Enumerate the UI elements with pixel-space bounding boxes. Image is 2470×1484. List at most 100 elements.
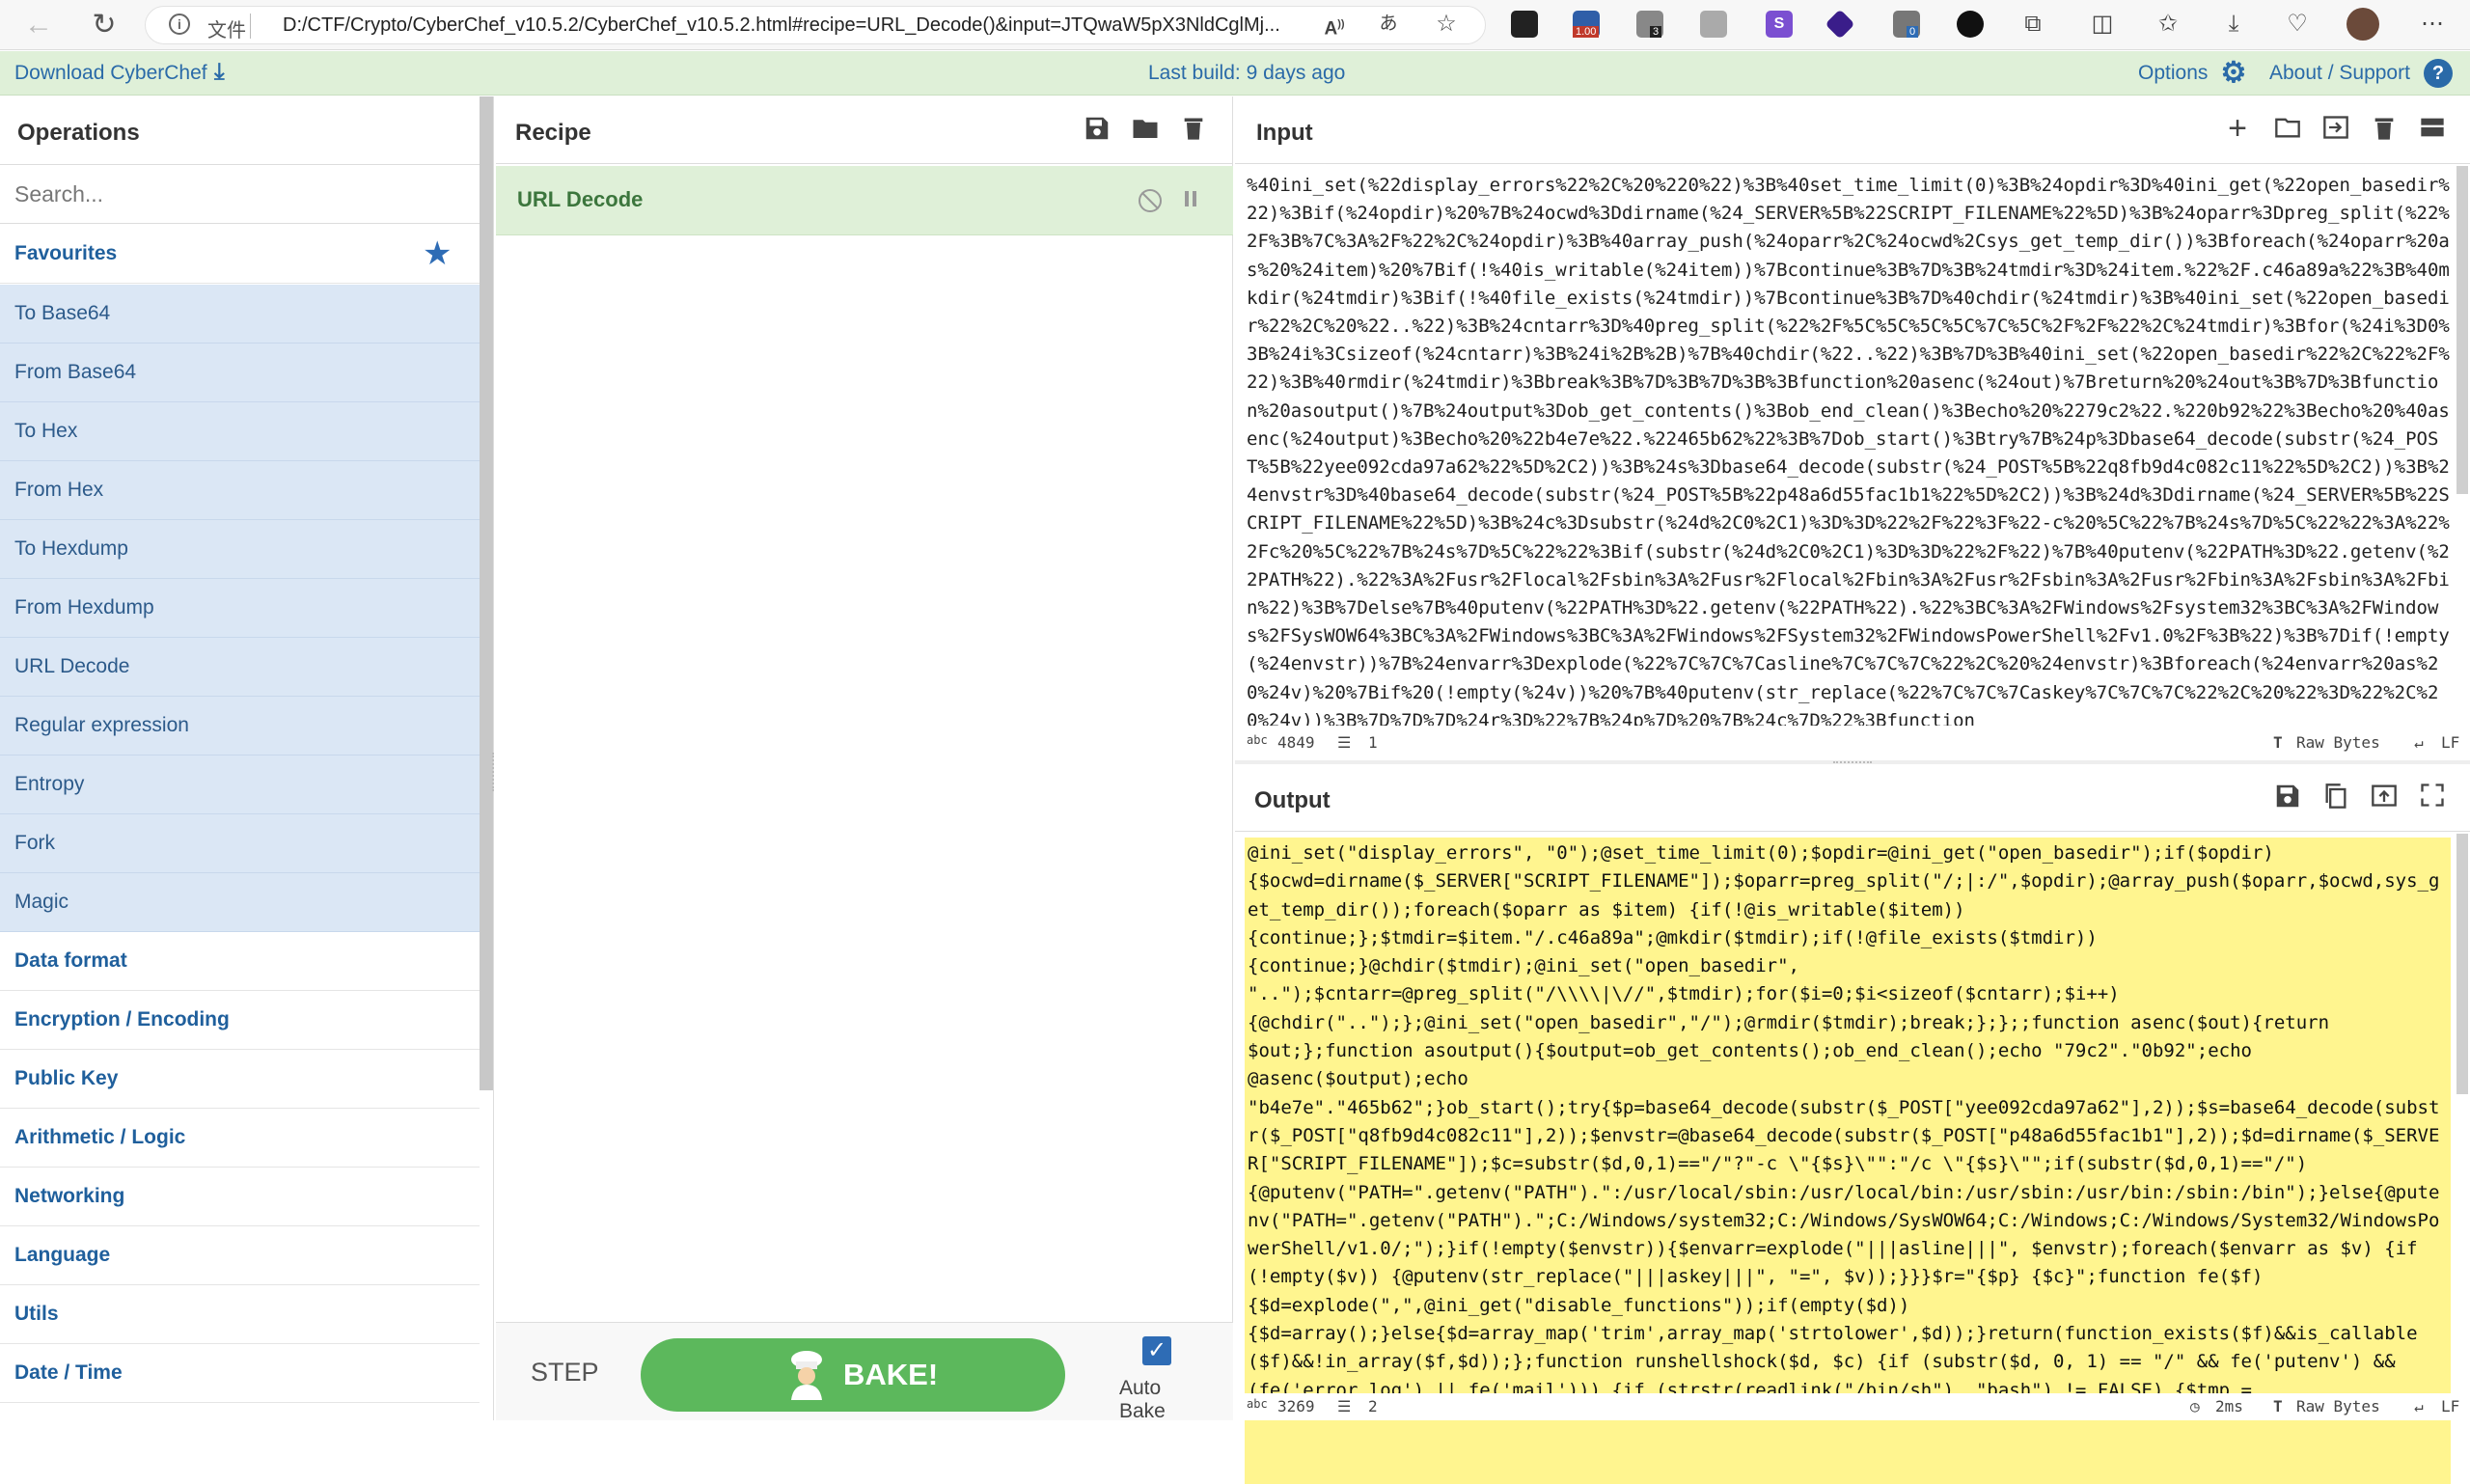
copy-output-icon[interactable] (2319, 782, 2352, 814)
operation-item[interactable]: Regular expression (0, 697, 480, 756)
operation-item-label: To Hex (14, 420, 78, 442)
io-panel: Input + %40ini_set(%22display_errors%22%… (1235, 96, 2470, 1484)
translate-icon[interactable]: あ (1372, 8, 1405, 41)
category-item[interactable]: Language (0, 1226, 480, 1285)
category-item[interactable]: Public Key (0, 1050, 480, 1109)
input-length: 4849 (1277, 733, 1315, 752)
category-item[interactable]: Utils (0, 1285, 480, 1344)
category-favourites[interactable]: Favourites ★ (0, 225, 480, 284)
open-folder-icon[interactable] (2271, 114, 2304, 147)
operations-scrollbar[interactable] (480, 96, 493, 1090)
category-item[interactable]: Data format (0, 932, 480, 991)
extensions-puzzle-icon[interactable]: ⧉ (2017, 8, 2049, 41)
auto-bake-label: Auto Bake (1119, 1377, 1166, 1422)
input-eol[interactable]: LF (2441, 733, 2459, 752)
layout-icon[interactable] (2416, 114, 2449, 147)
category-label: Language (14, 1244, 111, 1266)
read-aloud-icon[interactable]: A)) (1318, 8, 1351, 41)
download-icon[interactable]: ⤓ (2217, 8, 2250, 41)
category-item[interactable]: Networking (0, 1168, 480, 1226)
profile-avatar[interactable] (2346, 8, 2379, 41)
url-text[interactable]: D:/CTF/Crypto/CyberChef_v10.5.2/CyberChe… (283, 14, 1431, 37)
panel-resize-handle[interactable] (492, 753, 496, 791)
save-output-icon[interactable] (2271, 782, 2304, 814)
operation-item-label: Fork (14, 832, 55, 854)
clear-recipe-icon[interactable] (1177, 114, 1210, 147)
bake-button[interactable]: BAKE! (641, 1338, 1065, 1412)
operation-item[interactable]: URL Decode (0, 638, 480, 697)
back-icon[interactable]: ← (21, 8, 56, 42)
reload-icon[interactable]: ↻ (87, 8, 122, 42)
gear-icon[interactable]: ⚙ (2219, 59, 2248, 88)
extension-circle-icon[interactable] (1957, 11, 1984, 38)
clock-icon: ◷ (2190, 1397, 2200, 1415)
category-item[interactable]: Encryption / Encoding (0, 991, 480, 1050)
favourite-star-icon[interactable]: ★ (423, 234, 452, 273)
save-recipe-icon[interactable] (1081, 114, 1113, 147)
output-text[interactable]: @ini_set("display_errors", "0");@set_tim… (1245, 838, 2451, 1484)
operations-title: Operations (17, 120, 140, 146)
more-menu-icon[interactable]: ⋯ (2416, 8, 2449, 41)
recipe-title: Recipe (515, 120, 591, 146)
about-support-link[interactable]: About / Support (2269, 62, 2410, 85)
auto-bake-checkbox[interactable]: ✓ (1142, 1336, 1171, 1365)
input-textarea[interactable]: %40ini_set(%22display_errors%22%2C%20%22… (1247, 172, 2453, 726)
favorites-icon[interactable]: ✩ (2152, 8, 2184, 41)
open-file-icon[interactable] (2319, 114, 2352, 147)
replace-input-icon[interactable] (2368, 782, 2401, 814)
last-build-text: Last build: 9 days ago (1148, 62, 1346, 84)
category-item[interactable]: Date / Time (0, 1344, 480, 1403)
operation-item[interactable]: To Hex (0, 402, 480, 461)
output-eol[interactable]: LF (2441, 1397, 2459, 1415)
extension-icon-2[interactable]: 3 (1636, 11, 1663, 38)
extension-s-icon[interactable]: S (1766, 11, 1793, 38)
text-encoding-icon: T (2273, 733, 2283, 752)
category-item[interactable]: Arithmetic / Logic (0, 1109, 480, 1168)
output-title: Output (1254, 787, 1331, 813)
top-banner: Download CyberChef ⤓ Last build: 9 days … (0, 51, 2470, 96)
output-scrollbar[interactable] (2456, 834, 2468, 1094)
add-tab-icon[interactable]: + (2221, 112, 2254, 145)
auto-bake-toggle[interactable]: ✓ Auto Bake (1106, 1336, 1212, 1422)
operation-item[interactable]: Entropy (0, 756, 480, 814)
extension-diamond-icon[interactable] (1825, 9, 1855, 40)
load-recipe-icon[interactable] (1129, 114, 1162, 147)
input-scrollbar[interactable] (2456, 166, 2468, 494)
favorite-star-icon[interactable]: ☆ (1430, 8, 1463, 41)
operation-item[interactable]: Magic (0, 873, 480, 932)
category-label: Arithmetic / Logic (14, 1126, 186, 1148)
extension-icon-1[interactable]: 1.00 (1573, 11, 1600, 38)
extension-game-icon[interactable] (1511, 11, 1538, 38)
operation-item[interactable]: Fork (0, 814, 480, 873)
operations-search-input[interactable]: Search... (0, 164, 480, 224)
address-bar[interactable]: i 文件 D:/CTF/Crypto/CyberChef_v10.5.2/Cyb… (145, 6, 1486, 44)
operation-item-label: From Hexdump (14, 596, 154, 618)
disable-operation-icon[interactable] (1139, 189, 1162, 212)
extension-doc-icon[interactable] (1700, 11, 1727, 38)
split-screen-icon[interactable]: ◫ (2086, 8, 2119, 41)
text-encoding-icon: T (2273, 1397, 2283, 1415)
operation-item[interactable]: To Base64 (0, 285, 480, 344)
clear-input-icon[interactable] (2368, 114, 2401, 147)
operation-item[interactable]: From Base64 (0, 344, 480, 402)
operation-item[interactable]: From Hex (0, 461, 480, 520)
options-link[interactable]: Options (2138, 62, 2208, 85)
extension-icon-3[interactable]: 0 (1893, 11, 1920, 38)
browser-essentials-icon[interactable]: ♡ (2281, 8, 2314, 41)
recipe-controls: STEP BAKE! ✓ Auto Bake (496, 1322, 1233, 1422)
operation-item[interactable]: From Hexdump (0, 579, 480, 638)
input-encoding[interactable]: Raw Bytes (2296, 733, 2380, 752)
pause-breakpoint-icon[interactable] (1183, 191, 1198, 210)
operation-item[interactable]: To Hexdump (0, 520, 480, 579)
info-icon[interactable]: i (169, 14, 190, 35)
output-encoding[interactable]: Raw Bytes (2296, 1397, 2380, 1415)
download-arrow-icon[interactable]: ⤓ (214, 59, 225, 86)
recipe-operation-url-decode[interactable]: URL Decode (496, 166, 1233, 235)
operation-item-label: Regular expression (14, 714, 189, 736)
category-label: Public Key (14, 1067, 119, 1089)
help-icon[interactable]: ? (2424, 59, 2453, 88)
download-cyberchef-link[interactable]: Download CyberChef (14, 62, 207, 85)
maximise-output-icon[interactable] (2416, 782, 2449, 814)
operation-item-label: To Hexdump (14, 537, 128, 560)
step-button[interactable]: STEP (531, 1358, 599, 1388)
